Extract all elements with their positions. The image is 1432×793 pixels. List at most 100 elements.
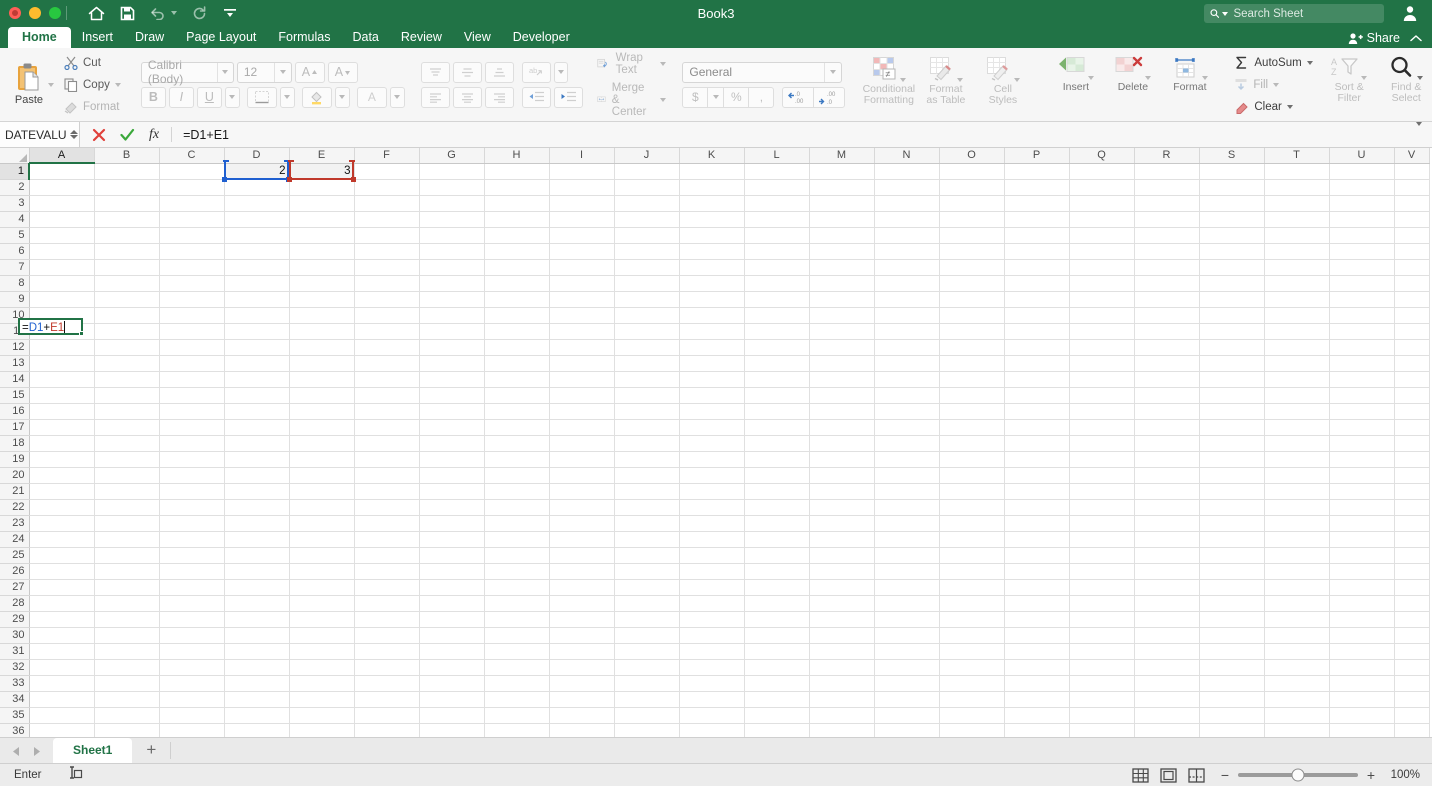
cell-b3[interactable] <box>94 195 160 212</box>
align-left-button[interactable] <box>420 86 450 108</box>
cell-b22[interactable] <box>94 499 160 516</box>
cell-a30[interactable] <box>29 627 95 644</box>
cell-r7[interactable] <box>1134 259 1200 276</box>
cell-j7[interactable] <box>614 259 680 276</box>
wrap-text-dropdown-icon[interactable] <box>660 61 667 66</box>
cell-n25[interactable] <box>874 547 940 564</box>
cell-m25[interactable] <box>809 547 875 564</box>
spinner-down-icon[interactable] <box>69 135 78 139</box>
cell-b33[interactable] <box>94 675 160 692</box>
cell-d2[interactable] <box>224 179 290 196</box>
cell-c16[interactable] <box>159 403 225 420</box>
cell-h23[interactable] <box>484 515 550 532</box>
cell-r12[interactable] <box>1134 339 1200 356</box>
cell-s20[interactable] <box>1199 467 1265 484</box>
cell-h1[interactable] <box>484 163 550 180</box>
cell-i11[interactable] <box>549 323 615 340</box>
cell-p11[interactable] <box>1004 323 1070 340</box>
cell-n11[interactable] <box>874 323 940 340</box>
cell-s29[interactable] <box>1199 611 1265 628</box>
cell-q5[interactable] <box>1069 227 1135 244</box>
cell-r23[interactable] <box>1134 515 1200 532</box>
cell-b15[interactable] <box>94 387 160 404</box>
cell-t30[interactable] <box>1264 627 1330 644</box>
cell-b27[interactable] <box>94 579 160 596</box>
cell-q27[interactable] <box>1069 579 1135 596</box>
undo-icon[interactable] <box>149 4 167 22</box>
sheet-tab-sheet1[interactable]: Sheet1 <box>53 738 133 763</box>
font-family-combo[interactable]: Calibri (Body) <box>140 58 234 86</box>
cell-t33[interactable] <box>1264 675 1330 692</box>
cell-i9[interactable] <box>549 291 615 308</box>
row-header-8[interactable]: 8 <box>0 275 30 292</box>
number-format-dropdown-icon[interactable] <box>830 70 837 74</box>
cell-d35[interactable] <box>224 707 290 724</box>
cell-e12[interactable] <box>289 339 355 356</box>
cell-d16[interactable] <box>224 403 290 420</box>
customize-toolbar-icon[interactable] <box>221 4 239 22</box>
cell-t19[interactable] <box>1264 451 1330 468</box>
cell-d27[interactable] <box>224 579 290 596</box>
cell-u4[interactable] <box>1329 211 1395 228</box>
cell-k32[interactable] <box>679 659 745 676</box>
cell-c13[interactable] <box>159 355 225 372</box>
cell-a8[interactable] <box>29 275 95 292</box>
cell-n5[interactable] <box>874 227 940 244</box>
cell-g4[interactable] <box>419 211 485 228</box>
cell-e22[interactable] <box>289 499 355 516</box>
conditional-formatting-button[interactable]: ≠ Conditional Formatting <box>860 51 917 119</box>
orientation-dropdown-button[interactable] <box>553 61 568 83</box>
cell-q28[interactable] <box>1069 595 1135 612</box>
cell-u11[interactable] <box>1329 323 1395 340</box>
cell-g29[interactable] <box>419 611 485 628</box>
cell-k19[interactable] <box>679 451 745 468</box>
cell-h30[interactable] <box>484 627 550 644</box>
column-header-j[interactable]: J <box>614 148 680 164</box>
cell-u35[interactable] <box>1329 707 1395 724</box>
cell-f23[interactable] <box>354 515 420 532</box>
cell-d8[interactable] <box>224 275 290 292</box>
cell-h2[interactable] <box>484 179 550 196</box>
cell-k7[interactable] <box>679 259 745 276</box>
autosum-button[interactable]: AutoSum <box>1234 53 1313 72</box>
cell-c14[interactable] <box>159 371 225 388</box>
copy-button[interactable]: Copy <box>60 75 125 95</box>
cell-f20[interactable] <box>354 467 420 484</box>
cell-j14[interactable] <box>614 371 680 388</box>
insert-function-icon[interactable]: fx <box>149 127 159 143</box>
cell-e29[interactable] <box>289 611 355 628</box>
column-header-g[interactable]: G <box>419 148 485 164</box>
cell-g9[interactable] <box>419 291 485 308</box>
row-header-36[interactable]: 36 <box>0 723 30 737</box>
cell-a5[interactable] <box>29 227 95 244</box>
cell-i3[interactable] <box>549 195 615 212</box>
cell-a14[interactable] <box>29 371 95 388</box>
cell-g21[interactable] <box>419 483 485 500</box>
cell-d29[interactable] <box>224 611 290 628</box>
cell-a36[interactable] <box>29 723 95 737</box>
cell-d18[interactable] <box>224 435 290 452</box>
currency-format-button[interactable]: $ <box>682 86 709 108</box>
column-header-e[interactable]: E <box>289 148 355 164</box>
cell-c4[interactable] <box>159 211 225 228</box>
cell-l30[interactable] <box>744 627 810 644</box>
cell-j33[interactable] <box>614 675 680 692</box>
cell-a9[interactable] <box>29 291 95 308</box>
cell-l1[interactable] <box>744 163 810 180</box>
cell-n3[interactable] <box>874 195 940 212</box>
cell-v32[interactable] <box>1394 659 1430 676</box>
cell-u20[interactable] <box>1329 467 1395 484</box>
cell-e19[interactable] <box>289 451 355 468</box>
cell-q29[interactable] <box>1069 611 1135 628</box>
cell-p15[interactable] <box>1004 387 1070 404</box>
cell-k2[interactable] <box>679 179 745 196</box>
cell-f9[interactable] <box>354 291 420 308</box>
cell-p13[interactable] <box>1004 355 1070 372</box>
cell-s32[interactable] <box>1199 659 1265 676</box>
column-header-m[interactable]: M <box>809 148 875 164</box>
cell-k11[interactable] <box>679 323 745 340</box>
cell-d19[interactable] <box>224 451 290 468</box>
cell-i18[interactable] <box>549 435 615 452</box>
cell-g36[interactable] <box>419 723 485 737</box>
cell-o30[interactable] <box>939 627 1005 644</box>
